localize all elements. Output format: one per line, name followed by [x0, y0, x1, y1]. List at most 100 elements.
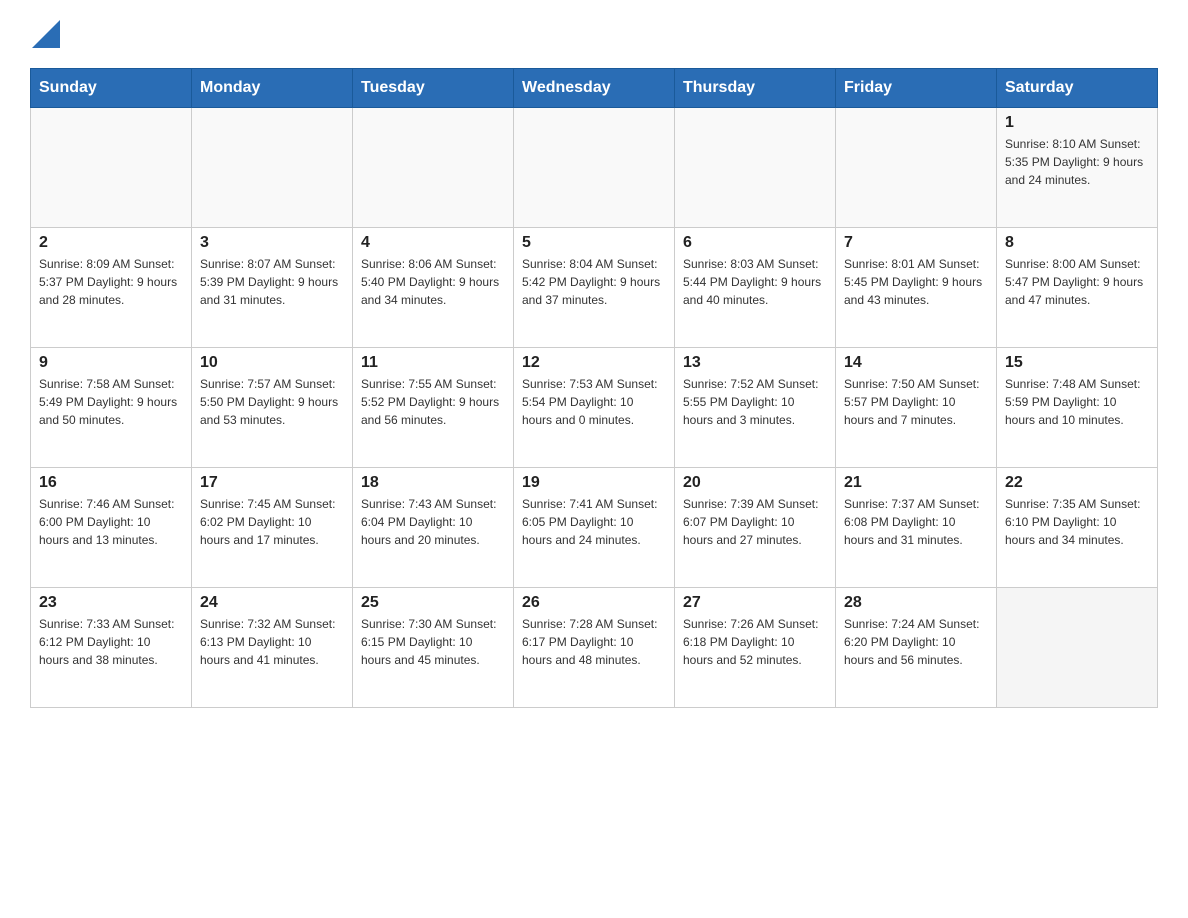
calendar-day-cell: 25 Sunrise: 7:30 AM Sunset: 6:15 PM Dayli… [353, 588, 514, 708]
day-info: Sunrise: 7:57 AM Sunset: 5:50 PM Dayligh… [200, 375, 344, 429]
day-info: Sunrise: 7:50 AM Sunset: 5:57 PM Dayligh… [844, 375, 988, 429]
day-of-week-header: Tuesday [353, 69, 514, 108]
calendar-day-cell: 11Sunrise: 7:55 AM Sunset: 5:52 PM Dayli… [353, 348, 514, 468]
day-info: Sunrise: 7:39 AM Sunset: 6:07 PM Dayligh… [683, 495, 827, 549]
day-number: 15 [1005, 354, 1149, 372]
calendar-header-row: SundayMondayTuesdayWednesdayThursdayFrid… [31, 69, 1158, 108]
calendar-day-cell: 20 Sunrise: 7:39 AM Sunset: 6:07 PM Dayli… [675, 468, 836, 588]
page-header [30, 20, 1158, 48]
day-info: Sunrise: 7:45 AM Sunset: 6:02 PM Dayligh… [200, 495, 344, 549]
day-info: Sunrise: 7:33 AM Sunset: 6:12 PM Dayligh… [39, 615, 183, 669]
calendar-day-cell: 24 Sunrise: 7:32 AM Sunset: 6:13 PM Dayli… [192, 588, 353, 708]
calendar-day-cell: 23 Sunrise: 7:33 AM Sunset: 6:12 PM Dayli… [31, 588, 192, 708]
day-number: 10 [200, 354, 344, 372]
day-number: 7 [844, 234, 988, 252]
calendar-day-cell: 7 Sunrise: 8:01 AM Sunset: 5:45 PM Daylig… [836, 228, 997, 348]
calendar-day-cell [31, 108, 192, 228]
day-number: 14 [844, 354, 988, 372]
day-number: 28 [844, 594, 988, 612]
day-info: Sunrise: 7:48 AM Sunset: 5:59 PM Dayligh… [1005, 375, 1149, 429]
day-number: 4 [361, 234, 505, 252]
day-info: Sunrise: 7:46 AM Sunset: 6:00 PM Dayligh… [39, 495, 183, 549]
day-number: 16 [39, 474, 183, 492]
day-of-week-header: Thursday [675, 69, 836, 108]
day-info: Sunrise: 7:53 AM Sunset: 5:54 PM Dayligh… [522, 375, 666, 429]
calendar-week-row: 23 Sunrise: 7:33 AM Sunset: 6:12 PM Dayli… [31, 588, 1158, 708]
day-info: Sunrise: 7:28 AM Sunset: 6:17 PM Dayligh… [522, 615, 666, 669]
day-of-week-header: Saturday [997, 69, 1158, 108]
day-number: 17 [200, 474, 344, 492]
day-number: 21 [844, 474, 988, 492]
calendar-day-cell [353, 108, 514, 228]
day-info: Sunrise: 8:09 AM Sunset: 5:37 PM Dayligh… [39, 255, 183, 309]
day-number: 18 [361, 474, 505, 492]
day-number: 23 [39, 594, 183, 612]
day-info: Sunrise: 8:00 AM Sunset: 5:47 PM Dayligh… [1005, 255, 1149, 309]
day-number: 1 [1005, 114, 1149, 132]
calendar-day-cell [192, 108, 353, 228]
day-info: Sunrise: 7:43 AM Sunset: 6:04 PM Dayligh… [361, 495, 505, 549]
day-of-week-header: Monday [192, 69, 353, 108]
day-number: 3 [200, 234, 344, 252]
calendar-day-cell: 1Sunrise: 8:10 AM Sunset: 5:35 PM Daylig… [997, 108, 1158, 228]
day-info: Sunrise: 7:52 AM Sunset: 5:55 PM Dayligh… [683, 375, 827, 429]
calendar-week-row: 9 Sunrise: 7:58 AM Sunset: 5:49 PM Daylig… [31, 348, 1158, 468]
calendar-day-cell: 27 Sunrise: 7:26 AM Sunset: 6:18 PM Dayli… [675, 588, 836, 708]
calendar-day-cell: 26 Sunrise: 7:28 AM Sunset: 6:17 PM Dayli… [514, 588, 675, 708]
day-info: Sunrise: 7:37 AM Sunset: 6:08 PM Dayligh… [844, 495, 988, 549]
calendar-day-cell: 17 Sunrise: 7:45 AM Sunset: 6:02 PM Dayli… [192, 468, 353, 588]
calendar-day-cell [836, 108, 997, 228]
logo-triangle-icon [32, 20, 60, 48]
calendar-day-cell: 9 Sunrise: 7:58 AM Sunset: 5:49 PM Daylig… [31, 348, 192, 468]
day-info: Sunrise: 7:26 AM Sunset: 6:18 PM Dayligh… [683, 615, 827, 669]
day-number: 8 [1005, 234, 1149, 252]
calendar-week-row: 1Sunrise: 8:10 AM Sunset: 5:35 PM Daylig… [31, 108, 1158, 228]
calendar-day-cell: 28 Sunrise: 7:24 AM Sunset: 6:20 PM Dayli… [836, 588, 997, 708]
day-number: 20 [683, 474, 827, 492]
day-of-week-header: Wednesday [514, 69, 675, 108]
calendar-day-cell: 5 Sunrise: 8:04 AM Sunset: 5:42 PM Daylig… [514, 228, 675, 348]
day-info: Sunrise: 7:32 AM Sunset: 6:13 PM Dayligh… [200, 615, 344, 669]
day-of-week-header: Sunday [31, 69, 192, 108]
day-info: Sunrise: 7:58 AM Sunset: 5:49 PM Dayligh… [39, 375, 183, 429]
day-info: Sunrise: 8:03 AM Sunset: 5:44 PM Dayligh… [683, 255, 827, 309]
calendar-day-cell: 10 Sunrise: 7:57 AM Sunset: 5:50 PM Dayli… [192, 348, 353, 468]
logo [30, 20, 66, 48]
day-number: 9 [39, 354, 183, 372]
calendar-day-cell: 6 Sunrise: 8:03 AM Sunset: 5:44 PM Daylig… [675, 228, 836, 348]
day-info: Sunrise: 8:04 AM Sunset: 5:42 PM Dayligh… [522, 255, 666, 309]
day-info: Sunrise: 7:35 AM Sunset: 6:10 PM Dayligh… [1005, 495, 1149, 549]
day-info: Sunrise: 8:06 AM Sunset: 5:40 PM Dayligh… [361, 255, 505, 309]
calendar-day-cell: 3Sunrise: 8:07 AM Sunset: 5:39 PM Daylig… [192, 228, 353, 348]
calendar-day-cell: 14 Sunrise: 7:50 AM Sunset: 5:57 PM Dayli… [836, 348, 997, 468]
day-number: 13 [683, 354, 827, 372]
calendar-day-cell: 18 Sunrise: 7:43 AM Sunset: 6:04 PM Dayli… [353, 468, 514, 588]
day-number: 19 [522, 474, 666, 492]
calendar-day-cell: 13 Sunrise: 7:52 AM Sunset: 5:55 PM Dayli… [675, 348, 836, 468]
day-number: 25 [361, 594, 505, 612]
calendar-day-cell [514, 108, 675, 228]
calendar-day-cell: 22 Sunrise: 7:35 AM Sunset: 6:10 PM Dayli… [997, 468, 1158, 588]
day-number: 26 [522, 594, 666, 612]
day-of-week-header: Friday [836, 69, 997, 108]
day-number: 11 [361, 354, 505, 372]
day-info: Sunrise: 7:24 AM Sunset: 6:20 PM Dayligh… [844, 615, 988, 669]
calendar-day-cell: 21 Sunrise: 7:37 AM Sunset: 6:08 PM Dayli… [836, 468, 997, 588]
calendar-table: SundayMondayTuesdayWednesdayThursdayFrid… [30, 68, 1158, 708]
calendar-day-cell: 15 Sunrise: 7:48 AM Sunset: 5:59 PM Dayli… [997, 348, 1158, 468]
calendar-day-cell: 12 Sunrise: 7:53 AM Sunset: 5:54 PM Dayli… [514, 348, 675, 468]
calendar-day-cell: 2 Sunrise: 8:09 AM Sunset: 5:37 PM Daylig… [31, 228, 192, 348]
day-number: 24 [200, 594, 344, 612]
day-number: 22 [1005, 474, 1149, 492]
calendar-day-cell [997, 588, 1158, 708]
calendar-day-cell: 16 Sunrise: 7:46 AM Sunset: 6:00 PM Dayli… [31, 468, 192, 588]
calendar-day-cell [675, 108, 836, 228]
day-number: 12 [522, 354, 666, 372]
day-number: 6 [683, 234, 827, 252]
day-number: 5 [522, 234, 666, 252]
day-number: 27 [683, 594, 827, 612]
calendar-day-cell: 4 Sunrise: 8:06 AM Sunset: 5:40 PM Daylig… [353, 228, 514, 348]
day-number: 2 [39, 234, 183, 252]
day-info: Sunrise: 7:30 AM Sunset: 6:15 PM Dayligh… [361, 615, 505, 669]
day-info: Sunrise: 8:01 AM Sunset: 5:45 PM Dayligh… [844, 255, 988, 309]
